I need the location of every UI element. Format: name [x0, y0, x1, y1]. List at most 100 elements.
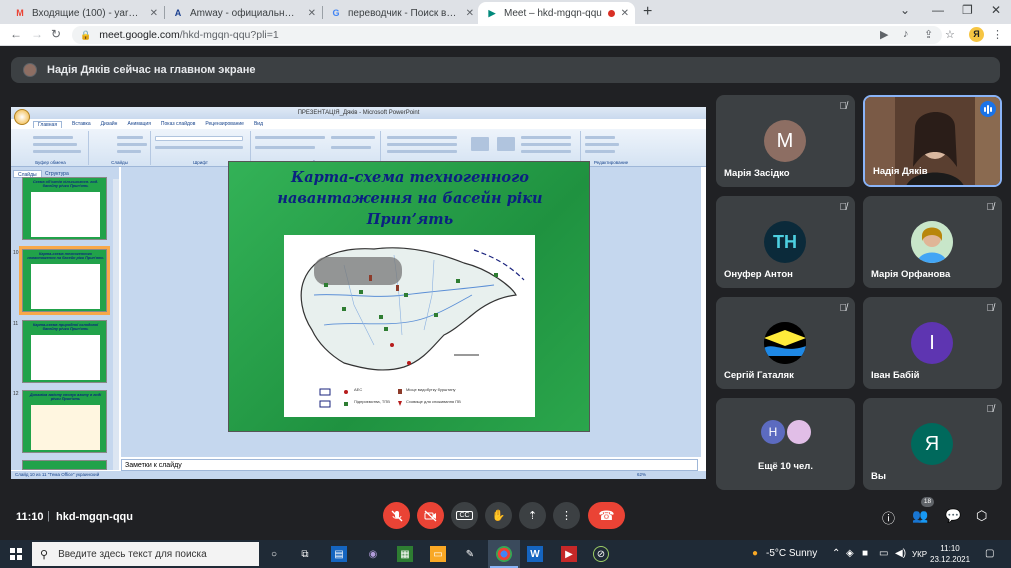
chrome-icon[interactable] [496, 546, 512, 562]
show-hidden-icons-icon[interactable]: ⌃ [832, 548, 840, 559]
info-icon[interactable]: ⓘ [882, 508, 895, 527]
participant-name: Надія Дяків [873, 166, 928, 177]
ribbon-tabs: Главная Вставка Дизайн Анимация Показ сл… [33, 119, 263, 129]
taskbar-search-placeholder: Введите здесь текст для поиска [58, 548, 207, 560]
close-tab-icon[interactable]: ✕ [308, 8, 316, 19]
ribbon-tab: Анимация [127, 121, 151, 127]
google-icon: G [332, 8, 340, 18]
taskbar-search[interactable]: ⚲ Введите здесь текст для поиска [32, 542, 259, 566]
tab-google-search[interactable]: G переводчик - Поиск в Google ✕ [322, 2, 480, 24]
weather-icon: ● [752, 548, 759, 559]
viber-icon[interactable]: ◉ [365, 546, 381, 562]
zoom-level: 62% [636, 472, 646, 477]
system-clock[interactable]: 11:10 23.12.2021 [930, 543, 970, 565]
ribbon-tab: Вставка [72, 121, 91, 127]
people-icon[interactable]: 👥 [912, 508, 928, 524]
cortana-icon[interactable]: ○ [266, 546, 282, 562]
close-window-icon[interactable]: ✕ [991, 3, 1001, 17]
menu-kebab-icon[interactable]: ⋮ [992, 28, 1003, 41]
recording-dot-icon [608, 9, 615, 17]
participant-tile[interactable]: 🎙̸ M Марія Засідко [716, 95, 855, 187]
legend-item: Підприємства, ТПВ [354, 399, 390, 404]
forward-icon[interactable]: → [31, 27, 43, 41]
avatar [911, 221, 953, 263]
participant-name: Вы [871, 471, 886, 482]
participant-tile-speaking[interactable]: Надія Дяків [863, 95, 1002, 187]
defender-icon[interactable]: ◈ [846, 548, 854, 559]
close-tab-icon[interactable]: ✕ [621, 8, 629, 19]
windows-start-icon[interactable] [10, 548, 22, 560]
tab-amway[interactable]: A Amway - официальный сайт и ин ✕ [164, 2, 322, 24]
close-tab-icon[interactable]: ✕ [466, 8, 474, 19]
shared-screen: ПРЕЗЕНТАЦІЯ_Дяків - Microsoft PowerPoint… [11, 107, 706, 479]
self-tile[interactable]: 🎙̸ Я Вы [863, 398, 1002, 490]
more-participants-tile[interactable]: Н Ещё 10 чел. [716, 398, 855, 490]
app-icon[interactable]: ▶ [561, 546, 577, 562]
raise-hand-button[interactable]: ✋ [485, 502, 512, 529]
meeting-code: hkd-mgqn-qqu [56, 511, 133, 523]
slide-thumbnail [22, 460, 107, 470]
volume-icon[interactable]: ◀) [895, 548, 906, 559]
notifications-icon[interactable]: ▢ [985, 548, 994, 559]
slide-notes: Заметки к слайду [121, 459, 698, 471]
more-options-button[interactable]: ⋮ [553, 502, 580, 529]
save-app-icon[interactable]: ▤ [331, 546, 347, 562]
mic-muted-icon: 🎙̸ [986, 202, 995, 213]
present-screen-icon: ⇡ [527, 510, 538, 522]
participant-tile[interactable]: 🎙̸ I Іван Бабій [863, 297, 1002, 389]
new-tab-icon[interactable]: + [643, 3, 652, 21]
mute-tab-icon[interactable]: ♪ [903, 28, 909, 40]
ribbon-tab: Главная [33, 120, 63, 128]
mic-toggle-button[interactable] [383, 502, 410, 529]
more-vert-icon: ⋮ [561, 510, 572, 522]
network-icon[interactable]: ▭ [879, 548, 888, 559]
thumbnail-map [31, 192, 100, 237]
url-host: meet.google.com [99, 29, 180, 41]
reload-icon[interactable]: ↻ [51, 27, 61, 41]
ribbon-group-paragraph: Абзац [251, 131, 381, 165]
presenter-avatar [23, 63, 37, 77]
present-button[interactable]: ⇡ [519, 502, 546, 529]
camera-toggle-button[interactable] [417, 502, 444, 529]
activities-icon[interactable]: ⬡ [976, 508, 987, 524]
lock-icon: 🔒 [80, 29, 92, 40]
end-call-button[interactable]: ☎ [588, 502, 625, 529]
app-tray-icon[interactable]: ■ [862, 548, 868, 559]
slide-title: Карта-схема техногенного навантаження на… [277, 169, 543, 228]
file-explorer-icon[interactable]: ▭ [430, 546, 446, 562]
url-field[interactable]: 🔒 meet.google.com/hkd-mgqn-qqu?pli=1 [72, 26, 942, 44]
tab-gmail[interactable]: M Входящие (100) - yarad1964@gm ✕ [6, 2, 164, 24]
ribbon-group-font: Шрифт [151, 131, 251, 165]
participant-tile[interactable]: 🎙̸ Марія Орфанова [863, 196, 1002, 288]
address-bar-row: ← → ↻ 🔒 meet.google.com/hkd-mgqn-qqu?pli… [0, 24, 1011, 46]
restore-icon[interactable]: ❐ [962, 3, 973, 17]
language-indicator[interactable]: УКР [912, 550, 927, 559]
minimize-icon[interactable]: — [932, 3, 944, 17]
chat-icon[interactable]: 💬 [945, 508, 961, 524]
app-icon[interactable]: ⊘ [593, 546, 609, 562]
status-text: Слайд 10 из 11 "Тема Office" украинский [15, 472, 100, 477]
ribbon-tab: Рецензирование [205, 121, 244, 127]
ribbon-group-clipboard: Буфер обмена [13, 131, 89, 165]
participant-tile[interactable]: 🎙̸ Сергій Гаталяк [716, 297, 855, 389]
slide-thumbnail: Динаміка вмісту сполук азоту в воді річк… [22, 390, 107, 453]
weather-text[interactable]: -5°C Sunny [766, 548, 817, 559]
back-icon[interactable]: ← [10, 27, 22, 41]
paint-icon[interactable]: ✎ [462, 546, 478, 562]
presenter-banner: Надія Дяків сейчас на главном экране [11, 57, 1000, 83]
task-view-icon[interactable]: ⧉ [297, 546, 313, 562]
bookmark-star-icon[interactable]: ☆ [945, 28, 955, 41]
tab-search-icon[interactable]: ⌄ [900, 3, 910, 17]
legend-item: АЕС [354, 387, 363, 392]
calculator-icon[interactable]: ▦ [397, 546, 413, 562]
profile-avatar[interactable]: Я [969, 27, 984, 42]
share-icon[interactable]: ⇪ [924, 28, 933, 41]
mic-muted-icon: 🎙̸ [839, 202, 848, 213]
participant-tile[interactable]: 🎙̸ TH Онуфер Антон [716, 196, 855, 288]
close-tab-icon[interactable]: ✕ [150, 8, 158, 19]
captions-button[interactable]: CC [451, 502, 478, 529]
word-icon[interactable]: W [527, 546, 543, 562]
avatar-photo [764, 322, 806, 364]
tab-meet[interactable]: ▶ Meet – hkd-mgqn-qqu ✕ [478, 2, 635, 24]
camera-icon[interactable]: ▶ [880, 28, 888, 41]
